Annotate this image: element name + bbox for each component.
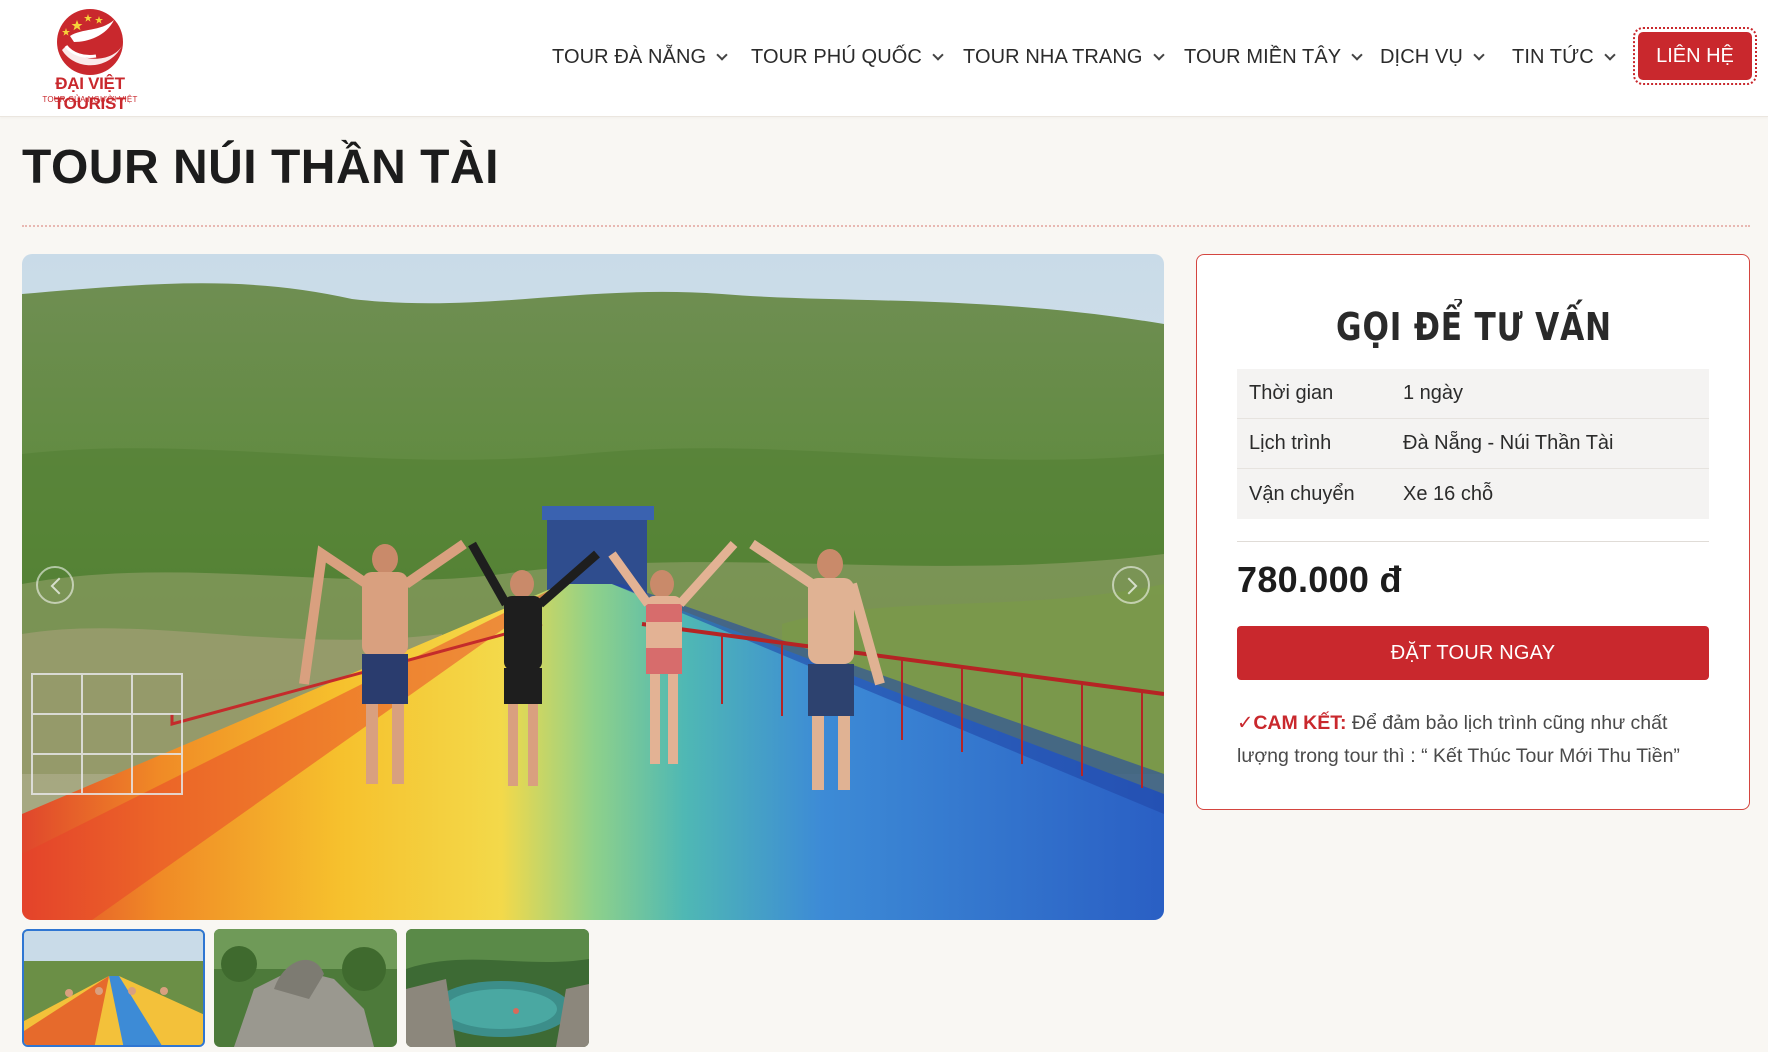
chevron-down-icon (1473, 48, 1485, 61)
gallery-thumbnail-2[interactable] (214, 929, 397, 1047)
info-value: 1 ngày (1403, 382, 1464, 404)
info-label: Vận chuyển (1249, 482, 1355, 505)
logo-slogan: TOUR CỦA NGƯỜI VIỆT (42, 95, 138, 104)
waterslide-photo-icon (22, 254, 1164, 920)
chevron-down-icon (932, 48, 944, 61)
nav-label: TOUR MIỀN TÂY (1184, 45, 1342, 68)
tour-info-panel: GỌI ĐỂ TƯ VẤN Thời gian 1 ngày Lịch trìn… (1196, 254, 1750, 810)
chevron-down-icon (716, 48, 728, 61)
nav-tour-nha-trang[interactable]: TOUR NHA TRANG (963, 44, 1165, 70)
commitment-note: ✓CAM KẾT: Để đảm bảo lịch trình cũng như… (1237, 707, 1709, 773)
nav-tour-phu-quoc[interactable]: TOUR PHÚ QUỐC (751, 44, 944, 70)
nav-label: TOUR PHÚ QUỐC (751, 45, 922, 68)
title-divider (22, 225, 1750, 227)
logo-brand-text: ĐẠI VIỆT TOURIST (53, 74, 127, 113)
chevron-down-icon (1152, 48, 1165, 61)
nav-tour-mien-tay[interactable]: TOUR MIỀN TÂY (1184, 44, 1363, 70)
chevron-down-icon (1351, 48, 1363, 61)
nav-tin-tuc[interactable]: TIN TỨC (1512, 44, 1616, 70)
site-logo[interactable]: ĐẠI VIỆT TOURIST TOUR CỦA NGƯỜI VIỆT (22, 6, 158, 113)
nav-label: TOUR ĐÀ NẴNG (552, 45, 707, 68)
panel-divider (1237, 541, 1709, 542)
tour-info-table: Thời gian 1 ngày Lịch trình Đà Nẵng - Nú… (1237, 369, 1709, 519)
logo-emblem-icon (57, 9, 123, 75)
nav-tour-da-nang[interactable]: TOUR ĐÀ NẴNG (552, 44, 728, 70)
panel-title: GỌI ĐỂ TƯ VẤN (1336, 305, 1612, 349)
nav-label: TOUR NHA TRANG (963, 45, 1143, 68)
nav-label: DỊCH VỤ (1380, 45, 1463, 68)
waterslide-thumbnail-icon (24, 931, 203, 1045)
contact-button[interactable]: LIÊN HỆ (1633, 27, 1757, 85)
info-row-itinerary: Lịch trình Đà Nẵng - Núi Thần Tài (1237, 419, 1709, 469)
tour-price: 780.000 đ (1237, 559, 1402, 600)
info-value: Xe 16 chỗ (1403, 482, 1494, 505)
info-row-duration: Thời gian 1 ngày (1237, 369, 1709, 419)
checkmark-icon: ✓ (1237, 712, 1254, 734)
info-row-transport: Vận chuyển Xe 16 chỗ (1237, 469, 1709, 519)
page-title: TOUR NÚI THẦN TÀI (22, 141, 499, 194)
book-tour-button[interactable]: ĐẶT TOUR NGAY (1237, 626, 1709, 680)
carousel-prev-button[interactable] (36, 566, 74, 604)
info-value: Đà Nẵng - Núi Thần Tài (1403, 432, 1614, 454)
info-label: Lịch trình (1249, 432, 1332, 454)
main-tour-photo (22, 254, 1164, 920)
site-header: ĐẠI VIỆT TOURIST TOUR CỦA NGƯỜI VIỆT TOU… (0, 0, 1768, 117)
hot-spring-pool-thumbnail-icon (406, 929, 589, 1047)
info-label: Thời gian (1249, 382, 1334, 404)
chevron-down-icon (1604, 48, 1616, 61)
carousel-next-button[interactable] (1112, 566, 1150, 604)
rock-statue-thumbnail-icon (214, 929, 397, 1047)
nav-label: TIN TỨC (1512, 45, 1594, 68)
commitment-label: CAM KẾT: (1253, 712, 1347, 734)
gallery-thumbnail-1[interactable] (22, 929, 205, 1047)
nav-dich-vu[interactable]: DỊCH VỤ (1380, 44, 1485, 70)
gallery-thumbnail-3[interactable] (406, 929, 589, 1047)
